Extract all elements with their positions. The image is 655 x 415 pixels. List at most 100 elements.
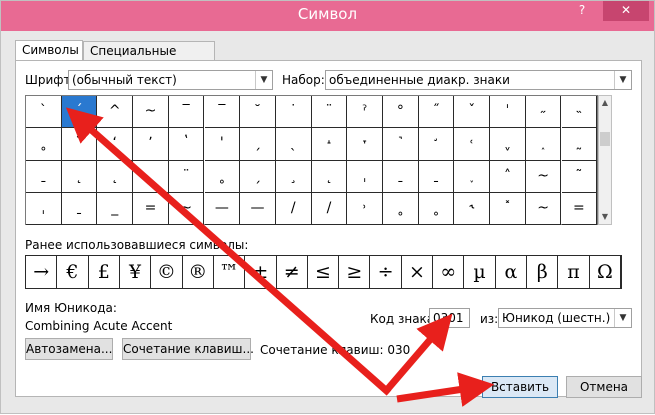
symbol-cell[interactable]: ˄: [490, 160, 526, 193]
chevron-down-icon[interactable]: ▼: [614, 71, 631, 89]
symbol-cell[interactable]: =: [561, 192, 598, 226]
symbol-cell[interactable]: ˳: [204, 160, 241, 193]
symbol-cell[interactable]: ˍ: [26, 160, 62, 193]
symbol-cell[interactable]: ': [204, 128, 241, 161]
symbol-cell[interactable]: ˔: [311, 128, 348, 161]
from-select[interactable]: Юникод (шестн.) ▼: [498, 308, 632, 328]
symbol-cell[interactable]: ˌ: [347, 160, 383, 193]
symbol-cell[interactable]: _: [97, 192, 134, 226]
symbol-cell[interactable]: ˘: [61, 128, 98, 161]
symbol-cell[interactable]: ˰: [525, 128, 562, 161]
symbol-cell[interactable]: ‾: [204, 96, 241, 129]
symbol-cell[interactable]: ~: [168, 192, 205, 226]
symbol-cell[interactable]: ʽ: [168, 128, 205, 161]
symbol-cell[interactable]: ˈ: [490, 96, 526, 129]
symbol-grid-scrollbar[interactable]: ▲ ▼: [598, 95, 612, 225]
symbol-cell[interactable]: ~: [525, 160, 562, 193]
recent-symbol-cell[interactable]: ÷: [370, 256, 402, 288]
subset-select[interactable]: объединенные диакр. знаки ▼: [325, 70, 632, 90]
recent-symbol-cell[interactable]: ¥: [120, 256, 152, 288]
symbol-cell[interactable]: ‾: [168, 96, 205, 129]
symbol-cell[interactable]: ˇ: [454, 96, 491, 129]
font-select[interactable]: (обычный текст) ▼: [68, 70, 273, 90]
symbol-cell[interactable]: /: [275, 192, 312, 226]
recent-symbol-cell[interactable]: β: [527, 256, 559, 288]
symbol-cell[interactable]: ˛: [61, 160, 98, 193]
recent-symbol-cell[interactable]: π: [558, 256, 590, 288]
symbol-cell[interactable]: —: [240, 192, 276, 226]
symbol-cell[interactable]: ˛: [311, 160, 348, 193]
symbol-cell[interactable]: ˷: [561, 128, 598, 161]
symbol-cell[interactable]: ˝: [418, 96, 455, 129]
help-button[interactable]: ?: [573, 1, 591, 21]
cancel-button[interactable]: Отмена: [566, 376, 642, 398]
recent-symbol-cell[interactable]: ®: [183, 256, 214, 288]
recent-symbol-cell[interactable]: α: [496, 256, 528, 288]
symbol-cell[interactable]: ´: [61, 96, 98, 129]
symbol-cell[interactable]: ˎ: [275, 128, 312, 161]
symbol-cell[interactable]: /: [311, 192, 348, 226]
tab-symbols[interactable]: Символы: [15, 40, 83, 61]
symbol-cell[interactable]: `: [26, 96, 62, 129]
symbol-cell[interactable]: ˕: [347, 128, 383, 161]
symbol-cell[interactable]: ¨: [311, 96, 348, 129]
symbol-cell[interactable]: ^: [97, 96, 134, 129]
symbol-cell[interactable]: ˟: [490, 192, 526, 226]
recent-symbol-cell[interactable]: ≠: [277, 256, 308, 288]
insert-button[interactable]: Вставить: [482, 376, 558, 398]
symbol-cell[interactable]: ˬ: [490, 128, 526, 161]
symbol-cell[interactable]: ˵: [561, 96, 598, 129]
symbol-cell[interactable]: ˌ: [133, 160, 169, 193]
symbol-cell[interactable]: ˌ: [26, 192, 62, 226]
recent-symbol-cell[interactable]: ≤: [308, 256, 340, 288]
symbol-cell[interactable]: ˯: [454, 160, 491, 193]
char-code-input[interactable]: 0301: [429, 308, 470, 328]
recent-symbol-cell[interactable]: £: [89, 256, 120, 288]
scroll-up-icon[interactable]: ▲: [599, 96, 611, 110]
symbol-cell[interactable]: ˙: [275, 96, 312, 129]
symbol-cell[interactable]: ¸: [275, 160, 312, 193]
symbol-cell[interactable]: ˶: [525, 96, 562, 129]
recent-symbol-cell[interactable]: →: [26, 256, 58, 288]
recent-symbol-cell[interactable]: ±: [245, 256, 277, 288]
symbol-cell[interactable]: ̛: [418, 128, 455, 161]
symbol-cell[interactable]: ˓: [454, 128, 491, 161]
chevron-down-icon[interactable]: ▼: [614, 309, 631, 327]
symbol-cell[interactable]: ˏ: [240, 160, 276, 193]
shortcut-key-button[interactable]: Сочетание клавиш...: [122, 338, 254, 360]
recent-symbol-cell[interactable]: €: [57, 256, 89, 288]
chevron-down-icon[interactable]: ▼: [255, 71, 272, 89]
recent-symbol-cell[interactable]: ∞: [433, 256, 465, 288]
symbol-cell[interactable]: ˘: [240, 96, 276, 129]
symbol-cell[interactable]: ʼ: [133, 128, 169, 161]
symbol-cell[interactable]: ¨: [168, 160, 205, 193]
symbol-cell[interactable]: ʻ: [97, 128, 134, 161]
symbol-cell[interactable]: ˳: [26, 128, 62, 161]
symbol-cell[interactable]: ˞: [454, 192, 491, 226]
tab-special-characters[interactable]: Специальные знаки: [83, 41, 215, 77]
autocorrect-button[interactable]: Автозамена...: [25, 338, 113, 360]
scroll-down-icon[interactable]: ▼: [599, 210, 611, 224]
symbol-cell[interactable]: ˜: [561, 160, 598, 193]
recent-symbol-cell[interactable]: ™: [214, 256, 246, 288]
symbol-cell[interactable]: ˳: [383, 192, 419, 226]
symbol-cell[interactable]: ˏ: [240, 128, 276, 161]
symbol-cell[interactable]: ˛: [97, 160, 134, 193]
recent-symbol-cell[interactable]: ≥: [339, 256, 371, 288]
recent-symbol-cell[interactable]: ×: [402, 256, 434, 288]
symbol-cell[interactable]: =: [133, 192, 169, 226]
symbol-cell[interactable]: ~: [525, 192, 562, 226]
symbol-cell[interactable]: ˀ: [347, 96, 383, 129]
recent-symbol-cell[interactable]: µ: [464, 256, 496, 288]
symbol-cell[interactable]: ˳: [418, 192, 455, 226]
symbol-cell[interactable]: ˺: [383, 128, 419, 161]
symbol-cell[interactable]: ˍ: [418, 160, 455, 193]
symbol-cell[interactable]: °: [383, 96, 419, 129]
scroll-thumb[interactable]: [600, 132, 610, 146]
close-button[interactable]: ✕: [603, 1, 649, 21]
symbol-cell[interactable]: ~: [133, 96, 169, 129]
symbol-cell[interactable]: ˒: [347, 192, 383, 226]
recent-symbol-cell[interactable]: ©: [151, 256, 183, 288]
symbol-cell[interactable]: ˍ: [383, 160, 419, 193]
recent-symbol-cell[interactable]: Ω: [590, 256, 621, 288]
